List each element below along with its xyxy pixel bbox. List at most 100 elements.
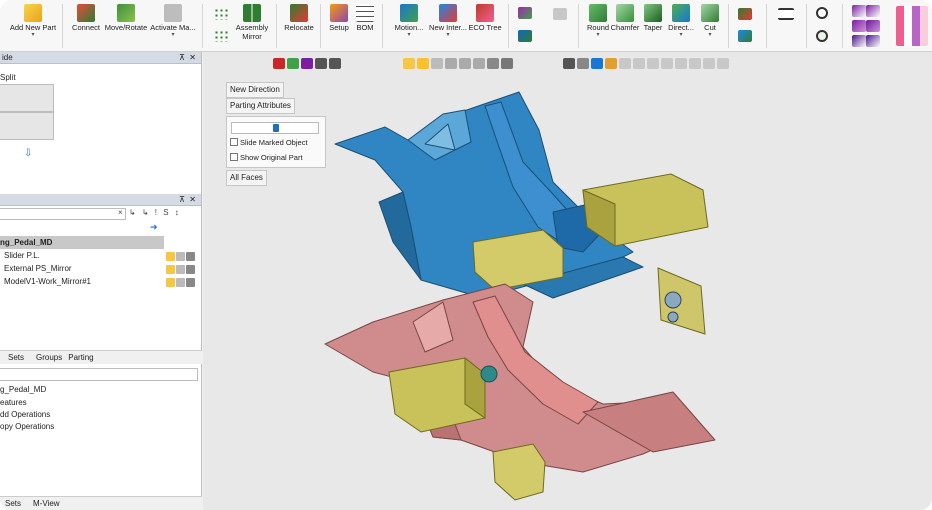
rotate-view-icon[interactable] <box>591 58 603 69</box>
view-cube-alt-icon[interactable] <box>866 5 880 17</box>
motion-button[interactable]: Motion... ▾ <box>390 2 428 50</box>
pick-icon[interactable] <box>301 58 313 69</box>
view-iso-alt-icon[interactable] <box>866 35 880 47</box>
box-icon[interactable] <box>176 278 185 287</box>
persp-icon[interactable] <box>661 58 673 69</box>
bom-button[interactable]: BOM <box>354 2 376 50</box>
axes-icon[interactable] <box>703 58 715 69</box>
bulb-icon[interactable] <box>403 58 415 69</box>
slide-marked-checkbox[interactable]: Slide Marked Object <box>230 138 308 147</box>
undo-view-icon[interactable] <box>563 58 575 69</box>
view-cube-icon[interactable] <box>852 5 866 17</box>
view-front-icon[interactable] <box>852 20 866 32</box>
wire-icon[interactable] <box>619 58 631 69</box>
ops-search-input[interactable] <box>0 368 198 381</box>
chamfer-button[interactable]: Chamfer <box>610 2 640 50</box>
orient-icon[interactable] <box>577 58 589 69</box>
scissors-icon[interactable] <box>738 8 752 20</box>
trim-tool-icon[interactable] <box>553 8 567 20</box>
dots-cluster-icon[interactable] <box>214 30 228 42</box>
filter-icon[interactable] <box>287 58 299 69</box>
setup-button[interactable]: Setup <box>326 2 352 50</box>
tree-root[interactable]: ng_Pedal_MD <box>0 236 164 249</box>
slider-thumb[interactable] <box>273 124 279 132</box>
select-icon[interactable] <box>273 58 285 69</box>
bulb-icon[interactable] <box>166 252 175 261</box>
bulb-icon[interactable] <box>166 278 175 287</box>
close-icon[interactable]: ✕ <box>189 194 196 206</box>
grid-dots-icon[interactable] <box>214 8 228 20</box>
tab-groups[interactable]: Groups <box>36 353 62 362</box>
speaker-icon[interactable] <box>186 252 195 261</box>
curve-tool-icon[interactable] <box>518 7 532 19</box>
split-preview-top[interactable] <box>0 84 54 112</box>
move-rotate-button[interactable]: Move/Rotate <box>104 2 148 50</box>
view-more-icon[interactable] <box>717 58 729 69</box>
shade-icon[interactable] <box>431 58 443 69</box>
visibility-icons[interactable] <box>165 278 199 288</box>
ops-item[interactable]: dd Operations <box>0 409 50 421</box>
connect-button[interactable]: Connect <box>70 2 102 50</box>
view-iso-icon[interactable] <box>852 35 866 47</box>
edge-icon[interactable] <box>647 58 659 69</box>
slider-track[interactable] <box>231 122 319 134</box>
ops-root[interactable]: g_Pedal_MD <box>0 384 46 396</box>
show-original-checkbox[interactable]: Show Original Part <box>230 153 303 162</box>
face-color-icon[interactable] <box>605 58 617 69</box>
assembly-mirror-button[interactable]: Assembly Mirror <box>232 2 272 50</box>
tree-item[interactable]: Slider P.L. <box>4 250 40 262</box>
scissors-alt-icon[interactable] <box>738 30 752 42</box>
split-preview-bottom[interactable] <box>0 112 54 140</box>
tree-search-icons[interactable]: × ↳ ↳ ! S ↕ <box>118 208 181 217</box>
box-icon[interactable] <box>176 252 185 261</box>
relocate-button[interactable]: Relocate <box>282 2 316 50</box>
arrow-down-icon[interactable]: ⇩ <box>24 148 32 159</box>
tree-item[interactable]: ModelV1-Work_Mirror#1 <box>4 276 91 288</box>
measure-icon[interactable] <box>778 8 794 20</box>
speaker-icon[interactable] <box>186 265 195 274</box>
view-side-icon[interactable] <box>866 20 880 32</box>
pin-icon[interactable]: ⊼ <box>179 194 185 206</box>
tree-item[interactable]: External PS_Mirror <box>4 263 72 275</box>
ops-item[interactable]: eatures <box>0 397 27 409</box>
close-icon[interactable]: ✕ <box>189 52 196 64</box>
render-icon[interactable] <box>501 58 513 69</box>
box-select-icon[interactable] <box>315 58 327 69</box>
speaker-icon[interactable] <box>186 278 195 287</box>
zoom-fit-icon[interactable] <box>816 30 828 42</box>
all-faces-button[interactable]: All Faces <box>226 170 267 186</box>
new-direction-button[interactable]: New Direction <box>226 82 284 98</box>
paint-icon[interactable] <box>445 58 457 69</box>
texture-icon[interactable] <box>459 58 471 69</box>
lasso-icon[interactable] <box>329 58 341 69</box>
activate-button[interactable]: Activate Ma... ▾ <box>150 2 196 50</box>
direct-button[interactable]: Direct... ▾ <box>666 2 696 50</box>
pin-icon[interactable]: ⊼ <box>179 52 185 64</box>
ortho-icon[interactable] <box>675 58 687 69</box>
tab-sets-bottom[interactable]: Sets <box>5 499 21 508</box>
hidden-icon[interactable] <box>633 58 645 69</box>
taper-button[interactable]: Taper <box>641 2 665 50</box>
new-interference-button[interactable]: New Inter... ▾ <box>429 2 467 50</box>
color-palette-icon[interactable] <box>896 6 928 46</box>
3d-viewport[interactable]: New Direction Parting Attributes Slide M… <box>203 52 932 510</box>
visibility-icons[interactable] <box>165 252 199 262</box>
tab-sets[interactable]: Sets <box>8 353 24 362</box>
add-new-part-button[interactable]: Add New Part ▾ <box>8 2 58 50</box>
box-icon[interactable] <box>176 265 185 274</box>
bulb-icon[interactable] <box>166 265 175 274</box>
eco-tree-button[interactable]: ECO Tree <box>468 2 502 50</box>
tab-parting[interactable]: Parting <box>68 353 93 362</box>
axis-tool-icon[interactable] <box>518 30 532 42</box>
tree-search-input[interactable] <box>0 208 126 220</box>
explode-icon[interactable] <box>487 58 499 69</box>
search-zoom-icon[interactable] <box>816 7 828 19</box>
parting-attributes-button[interactable]: Parting Attributes <box>226 98 295 114</box>
section-icon[interactable] <box>473 58 485 69</box>
ops-item[interactable]: opy Operations <box>0 421 54 433</box>
round-button[interactable]: Round ▾ <box>586 2 610 50</box>
light-icon[interactable] <box>417 58 429 69</box>
visibility-icons[interactable] <box>165 265 199 275</box>
arrow-right-icon[interactable]: ➔ <box>150 222 158 233</box>
grid-icon[interactable] <box>689 58 701 69</box>
